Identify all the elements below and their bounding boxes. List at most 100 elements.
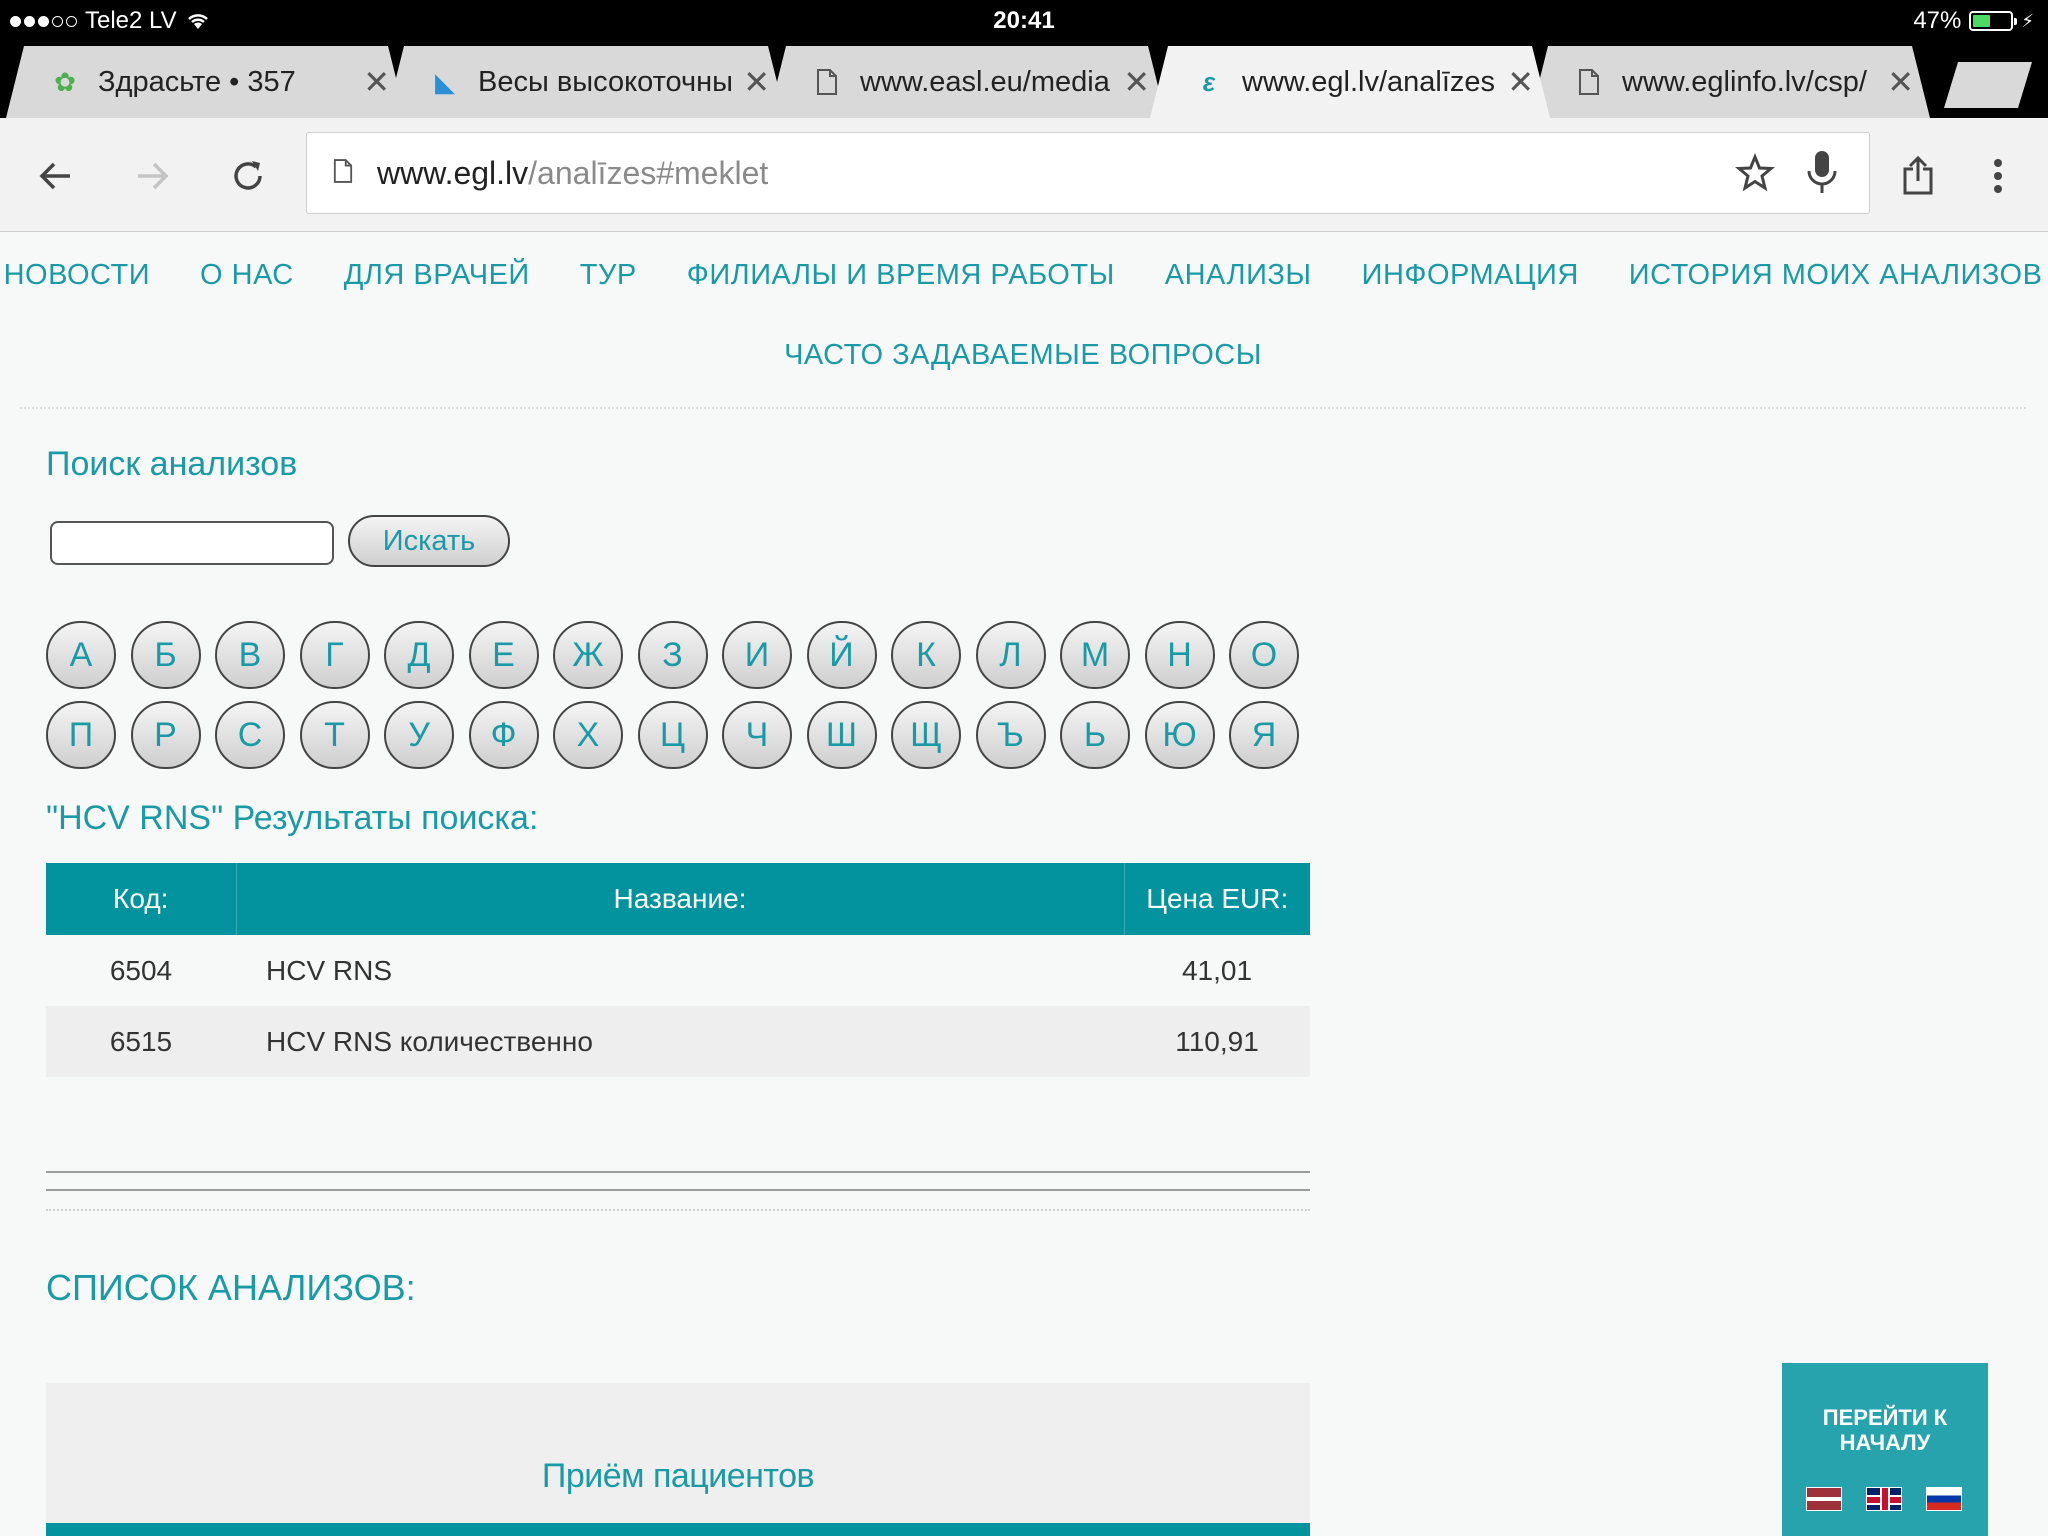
search-button[interactable]: Искать xyxy=(348,515,510,567)
browser-toolbar: www.egl.lv/analīzes#meklet xyxy=(0,118,2048,232)
letter-button[interactable]: П xyxy=(46,701,116,769)
cell-price: 41,01 xyxy=(1124,935,1310,1006)
forward-icon xyxy=(138,162,169,190)
letter-button[interactable]: Ь xyxy=(1060,701,1130,769)
letter-button[interactable]: Р xyxy=(130,701,201,769)
close-icon[interactable]: ✕ xyxy=(1507,63,1534,101)
back-to-top-label[interactable]: ПЕРЕЙТИ К НАЧАЛУ xyxy=(1782,1405,1988,1455)
letter-button[interactable]: Ц xyxy=(637,701,708,769)
letter-button[interactable]: Ж xyxy=(553,621,623,689)
letter-button[interactable]: В xyxy=(215,621,285,689)
close-icon[interactable]: ✕ xyxy=(743,63,770,101)
letter-button[interactable]: И xyxy=(722,621,792,689)
letter-button[interactable]: Й xyxy=(806,621,877,689)
letter-button[interactable]: М xyxy=(1060,621,1130,689)
back-to-top-line-2: НАЧАЛУ xyxy=(1839,1430,1931,1455)
nav-link-faq[interactable]: ЧАСТО ЗАДАВАЕМЫЕ ВОПРОСЫ xyxy=(784,339,1262,372)
cell-name: HCV RNS xyxy=(236,935,1124,1006)
results-title: "HCV RNS" Результаты поиска: xyxy=(46,799,539,837)
letter-button[interactable]: Б xyxy=(130,621,201,689)
letter-button[interactable]: Н xyxy=(1144,621,1215,689)
letter-button[interactable]: Ф xyxy=(468,701,539,769)
alphabet-row-1: АБВГДЕЖЗИЙКЛМНО xyxy=(46,621,1306,689)
letter-button[interactable]: Х xyxy=(553,701,623,769)
leaf-favicon-icon: ✿ xyxy=(54,66,76,97)
alphabet-filter: АБВГДЕЖЗИЙКЛМНО ПРСТУФХЦЧШЩЪЬЮЯ xyxy=(46,621,1306,781)
tab-strip: ✿ Здрасьте • 357 ✕ ◣ Весы высокоточные ✕… xyxy=(0,42,2048,118)
nav-link-branches[interactable]: ФИЛИАЛЫ И ВРЕМЯ РАБОТЫ xyxy=(687,259,1115,292)
nav-link-news[interactable]: НОВОСТИ xyxy=(4,259,150,292)
letter-button[interactable]: К xyxy=(891,621,961,689)
letter-button[interactable]: З xyxy=(637,621,708,689)
cell-code: 6515 xyxy=(46,1006,236,1077)
table-row[interactable]: 6515 HCV RNS количественно 110,91 xyxy=(46,1006,1310,1077)
tab-title: www.egl.lv/analīzes xyxy=(1242,65,1496,98)
category-section: Приём пациентов xyxy=(46,1383,1310,1536)
back-button[interactable] xyxy=(28,148,84,204)
letter-button[interactable]: А xyxy=(46,621,116,689)
tab-1[interactable]: ✿ Здрасьте • 357 ✕ xyxy=(6,46,406,118)
latvian-flag-icon[interactable] xyxy=(1806,1487,1842,1511)
tab-5[interactable]: www.eglinfo.lv/csp/ ✕ xyxy=(1530,46,1930,118)
letter-button[interactable]: Ъ xyxy=(975,701,1046,769)
table-row[interactable]: 6504 HCV RNS 41,01 xyxy=(46,935,1310,1006)
nav-link-about[interactable]: О НАС xyxy=(200,259,294,292)
address-bar[interactable]: www.egl.lv/analīzes#meklet xyxy=(306,132,1870,214)
nav-row-1: НОВОСТИ О НАС ДЛЯ ВРАЧЕЙ ТУР ФИЛИАЛЫ И В… xyxy=(4,259,2042,292)
letter-button[interactable]: Д xyxy=(384,621,454,689)
egl-favicon-icon: ε xyxy=(1202,66,1216,97)
russian-flag-icon[interactable] xyxy=(1926,1487,1962,1511)
letter-button[interactable]: Ш xyxy=(806,701,877,769)
reload-button[interactable] xyxy=(220,148,276,204)
share-icon xyxy=(1903,155,1933,195)
back-to-top-line-1: ПЕРЕЙТИ К xyxy=(1822,1405,1948,1430)
letter-button[interactable]: С xyxy=(215,701,285,769)
back-to-top-panel[interactable]: ПЕРЕЙТИ К НАЧАЛУ xyxy=(1782,1363,1988,1536)
letter-button[interactable]: Я xyxy=(1229,701,1299,769)
alphabet-row-2: ПРСТУФХЦЧШЩЪЬЮЯ xyxy=(46,701,1306,769)
nav-link-for-doctors[interactable]: ДЛЯ ВРАЧЕЙ xyxy=(344,259,530,292)
letter-button[interactable]: Г xyxy=(299,621,370,689)
letter-button[interactable]: О xyxy=(1229,621,1299,689)
new-tab-button[interactable] xyxy=(1944,62,2032,108)
close-icon[interactable]: ✕ xyxy=(1123,63,1150,101)
page-icon xyxy=(812,67,842,97)
tab-2[interactable]: ◣ Весы высокоточные ✕ xyxy=(386,46,786,118)
nav-link-analyses[interactable]: АНАЛИЗЫ xyxy=(1165,259,1312,292)
category-title[interactable]: Приём пациентов xyxy=(46,1457,1310,1496)
letter-button[interactable]: Ю xyxy=(1144,701,1215,769)
letter-button[interactable]: Щ xyxy=(891,701,961,769)
close-icon[interactable]: ✕ xyxy=(363,63,390,101)
tab-3[interactable]: www.easl.eu/media ✕ xyxy=(768,46,1166,118)
tab-title: www.eglinfo.lv/csp/ xyxy=(1622,65,1867,98)
tab-4-active[interactable]: ε www.egl.lv/analīzes ✕ xyxy=(1150,46,1550,118)
bookmark-star-icon[interactable] xyxy=(1735,153,1775,198)
letter-button[interactable]: Т xyxy=(299,701,370,769)
nav-link-tour[interactable]: ТУР xyxy=(580,259,637,292)
table-header-row: Код: Название: Цена EUR: xyxy=(46,863,1310,935)
english-flag-icon[interactable] xyxy=(1866,1487,1902,1511)
language-switcher xyxy=(1806,1487,1962,1511)
clock: 20:41 xyxy=(993,7,1055,34)
mic-icon[interactable] xyxy=(1805,149,1839,202)
url-path: /analīzes#meklet xyxy=(528,154,769,191)
scale-favicon-icon: ◣ xyxy=(435,66,455,97)
nav-link-my-history[interactable]: ИСТОРИЯ МОИХ АНАЛИЗОВ xyxy=(1629,259,2043,292)
letter-button[interactable]: Л xyxy=(975,621,1046,689)
header-code: Код: xyxy=(46,863,237,935)
cell-code: 6504 xyxy=(46,935,236,1006)
menu-button[interactable] xyxy=(1970,148,2026,204)
letter-button[interactable]: У xyxy=(384,701,454,769)
tab-title: Здрасьте • 357 xyxy=(98,65,296,98)
search-title: Поиск анализов xyxy=(46,445,298,483)
letter-button[interactable]: Е xyxy=(468,621,539,689)
share-button[interactable] xyxy=(1890,148,1946,204)
close-icon[interactable]: ✕ xyxy=(1887,63,1914,101)
nav-link-information[interactable]: ИНФОРМАЦИЯ xyxy=(1362,259,1579,292)
menu-icon xyxy=(1994,159,2002,193)
forward-button[interactable] xyxy=(124,148,180,204)
search-input[interactable] xyxy=(50,521,334,565)
letter-button[interactable]: Ч xyxy=(722,701,792,769)
analysis-list-title: СПИСОК АНАЛИЗОВ: xyxy=(46,1267,416,1308)
reload-icon xyxy=(234,161,262,190)
